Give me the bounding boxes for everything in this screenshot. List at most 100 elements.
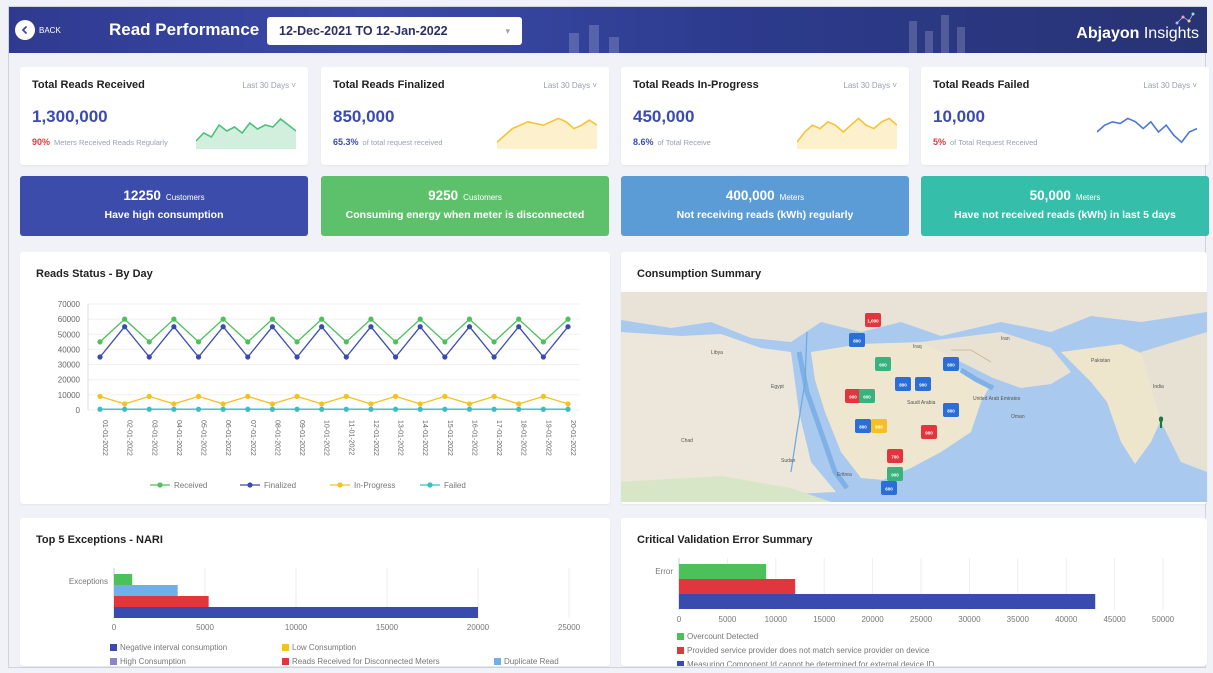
legend-item[interactable]: Overcount Detected bbox=[677, 632, 758, 641]
data-point[interactable] bbox=[343, 354, 349, 360]
data-point[interactable] bbox=[417, 324, 423, 330]
data-point[interactable] bbox=[294, 354, 300, 360]
map-marker[interactable]: 1,000 bbox=[865, 313, 881, 327]
data-point[interactable] bbox=[442, 354, 448, 360]
data-point[interactable] bbox=[97, 406, 103, 412]
data-point[interactable] bbox=[565, 324, 571, 330]
bar[interactable] bbox=[114, 574, 133, 585]
data-point[interactable] bbox=[516, 406, 522, 412]
legend-item[interactable]: High Consumption bbox=[110, 657, 186, 666]
data-point[interactable] bbox=[294, 339, 300, 345]
data-point[interactable] bbox=[442, 339, 448, 345]
data-point[interactable] bbox=[195, 339, 202, 345]
data-point[interactable] bbox=[442, 406, 448, 412]
data-point[interactable] bbox=[343, 339, 349, 345]
legend-item[interactable]: In-Progress bbox=[330, 481, 395, 490]
legend-item[interactable]: Finalized bbox=[240, 481, 296, 490]
data-point[interactable] bbox=[417, 401, 423, 407]
data-point[interactable] bbox=[269, 406, 276, 412]
data-point[interactable] bbox=[417, 406, 423, 412]
data-point[interactable] bbox=[540, 354, 546, 360]
data-point[interactable] bbox=[319, 406, 325, 412]
data-point[interactable] bbox=[146, 406, 152, 412]
data-point[interactable] bbox=[368, 316, 374, 322]
data-point[interactable] bbox=[220, 401, 226, 407]
data-point[interactable] bbox=[171, 324, 177, 330]
data-point[interactable] bbox=[540, 406, 546, 412]
data-point[interactable] bbox=[245, 354, 251, 360]
data-point[interactable] bbox=[368, 406, 374, 412]
map-marker[interactable]: 900 bbox=[845, 389, 861, 403]
map-marker[interactable]: 600 bbox=[875, 357, 891, 371]
legend-item[interactable]: Measuring Component Id cannot be determi… bbox=[677, 660, 934, 666]
data-point[interactable] bbox=[466, 324, 473, 330]
data-point[interactable] bbox=[565, 316, 571, 322]
data-point[interactable] bbox=[220, 406, 226, 412]
legend-item[interactable]: Provided service provider does not match… bbox=[677, 646, 930, 655]
data-point[interactable] bbox=[97, 393, 103, 399]
map-marker[interactable]: 700 bbox=[887, 449, 903, 463]
data-point[interactable] bbox=[269, 324, 276, 330]
map-marker[interactable]: 900 bbox=[887, 467, 903, 481]
banner-no-reads-5-days[interactable]: 50,000 Meters Have not received reads (kW… bbox=[921, 176, 1209, 236]
data-point[interactable] bbox=[245, 406, 251, 412]
banner-not-receiving-reads[interactable]: 400,000 Meters Not receiving reads (kWh) … bbox=[621, 176, 909, 236]
data-point[interactable] bbox=[269, 401, 276, 407]
data-point[interactable] bbox=[516, 401, 522, 407]
legend-item[interactable]: Received bbox=[150, 481, 207, 490]
data-point[interactable] bbox=[442, 393, 448, 399]
data-point[interactable] bbox=[565, 406, 571, 412]
map-marker[interactable]: 900 bbox=[915, 377, 931, 391]
banner-disconnected-consumption[interactable]: 9250 Customers Consuming energy when mete… bbox=[321, 176, 609, 236]
data-point[interactable] bbox=[491, 339, 497, 345]
data-point[interactable] bbox=[343, 393, 349, 399]
data-point[interactable] bbox=[466, 406, 473, 412]
data-point[interactable] bbox=[269, 316, 276, 322]
data-point[interactable] bbox=[97, 354, 103, 360]
banner-high-consumption[interactable]: 12250 Customers Have high consumption bbox=[20, 176, 308, 236]
data-point[interactable] bbox=[171, 401, 177, 407]
map-marker[interactable]: 800 bbox=[943, 357, 959, 371]
data-point[interactable] bbox=[220, 316, 226, 322]
map-marker[interactable]: 800 bbox=[943, 403, 959, 417]
legend-item[interactable]: Failed bbox=[420, 481, 466, 490]
data-point[interactable] bbox=[491, 406, 497, 412]
data-point[interactable] bbox=[516, 316, 522, 322]
data-point[interactable] bbox=[540, 393, 546, 399]
map-marker[interactable]: 900 bbox=[921, 425, 937, 439]
legend-item[interactable]: Negative interval consumption bbox=[110, 643, 227, 652]
data-point[interactable] bbox=[146, 354, 152, 360]
data-point[interactable] bbox=[319, 324, 325, 330]
data-point[interactable] bbox=[319, 401, 325, 407]
data-point[interactable] bbox=[368, 324, 374, 330]
data-point[interactable] bbox=[466, 401, 473, 407]
data-point[interactable] bbox=[122, 316, 128, 322]
data-point[interactable] bbox=[540, 339, 546, 345]
data-point[interactable] bbox=[245, 393, 251, 399]
back-button[interactable]: BACK bbox=[15, 19, 71, 41]
data-point[interactable] bbox=[392, 354, 399, 360]
data-point[interactable] bbox=[122, 406, 128, 412]
kpi-period-dropdown[interactable]: Last 30 Days ˅ bbox=[843, 81, 897, 90]
data-point[interactable] bbox=[195, 393, 202, 399]
data-point[interactable] bbox=[343, 406, 349, 412]
map-marker[interactable]: 900 bbox=[871, 419, 887, 433]
data-point[interactable] bbox=[171, 406, 177, 412]
data-point[interactable] bbox=[195, 354, 202, 360]
bar[interactable] bbox=[679, 564, 767, 579]
bar[interactable] bbox=[679, 594, 1096, 609]
data-point[interactable] bbox=[122, 324, 128, 330]
bar[interactable] bbox=[679, 579, 796, 594]
data-point[interactable] bbox=[392, 393, 399, 399]
bar[interactable] bbox=[114, 585, 178, 596]
legend-item[interactable]: Low Consumption bbox=[282, 643, 356, 652]
kpi-period-dropdown[interactable]: Last 30 Days ˅ bbox=[242, 81, 296, 90]
kpi-period-dropdown[interactable]: Last 30 Days ˅ bbox=[543, 81, 597, 90]
data-point[interactable] bbox=[516, 324, 522, 330]
map-marker[interactable]: 800 bbox=[849, 333, 865, 347]
kpi-period-dropdown[interactable]: Last 30 Days ˅ bbox=[1143, 81, 1197, 90]
consumption-map[interactable]: 1,000 800 600 800 900 800 900 600 800 900 800 900 70… bbox=[621, 292, 1207, 502]
data-point[interactable] bbox=[171, 316, 177, 322]
map-marker[interactable]: 600 bbox=[859, 389, 875, 403]
map-marker[interactable]: 800 bbox=[855, 419, 871, 433]
